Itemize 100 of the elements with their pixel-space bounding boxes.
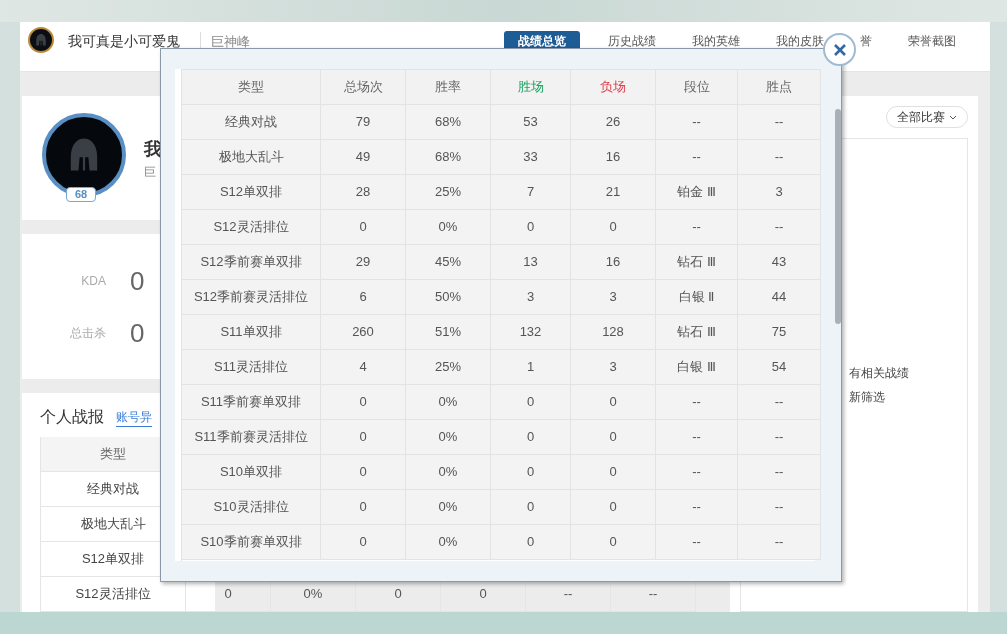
table-cell: 0 xyxy=(571,490,656,525)
table-cell: 白银 Ⅱ xyxy=(656,280,738,315)
table-cell: 7 xyxy=(491,175,571,210)
column-header: 胜场 xyxy=(491,70,571,105)
column-header: 胜率 xyxy=(406,70,491,105)
table-cell: 0% xyxy=(406,455,491,490)
helmet-icon xyxy=(33,32,49,48)
table-cell: 45% xyxy=(406,245,491,280)
table-cell: 3 xyxy=(571,350,656,385)
table-cell: S11季前赛单双排 xyxy=(182,385,321,420)
table-cell: 0 xyxy=(321,420,406,455)
scrollbar[interactable] xyxy=(835,109,841,324)
column-header: 负场 xyxy=(571,70,656,105)
table-cell: 49 xyxy=(321,140,406,175)
table-cell: 3 xyxy=(491,280,571,315)
table-cell: 132 xyxy=(491,315,571,350)
table-cell: 白银 Ⅲ xyxy=(656,350,738,385)
table-cell: 16 xyxy=(571,245,656,280)
table-cell: -- xyxy=(656,140,738,175)
table-cell: 0 xyxy=(321,490,406,525)
table-cell: -- xyxy=(738,455,821,490)
table-cell: 79 xyxy=(321,105,406,140)
table-cell: -- xyxy=(656,455,738,490)
stat-label: KDA xyxy=(80,272,106,290)
table-cell: 0 xyxy=(491,385,571,420)
nav-tab[interactable]: 荣誉截图 xyxy=(908,32,956,50)
table-cell: 铂金 Ⅲ xyxy=(656,175,738,210)
table-cell: 0 xyxy=(571,385,656,420)
table-cell: 0 xyxy=(491,210,571,245)
table-cell: 3 xyxy=(738,175,821,210)
table-cell: 0 xyxy=(491,455,571,490)
table-cell: S12灵活排位 xyxy=(182,210,321,245)
empty-message: 有相关战绩 xyxy=(849,365,910,382)
table-cell: S12季前赛灵活排位 xyxy=(182,280,321,315)
table-cell: 0 xyxy=(321,525,406,560)
report-title: 个人战报 xyxy=(40,407,104,427)
table-cell: -- xyxy=(738,140,821,175)
table-cell: 0% xyxy=(406,490,491,525)
table-cell: 经典对战 xyxy=(182,105,321,140)
table-cell: 29 xyxy=(321,245,406,280)
table-cell: 43 xyxy=(738,245,821,280)
table-cell: 53 xyxy=(491,105,571,140)
table-cell: 0 xyxy=(571,455,656,490)
nav-tab[interactable]: 历史战绩 xyxy=(608,32,656,50)
table-cell: 13 xyxy=(491,245,571,280)
table-cell: -- xyxy=(738,525,821,560)
table-cell: -- xyxy=(738,385,821,420)
table-cell: 0% xyxy=(406,385,491,420)
table-cell: 16 xyxy=(571,140,656,175)
account-link[interactable]: 账号异 xyxy=(116,407,152,427)
stat-value: 0 xyxy=(130,267,145,294)
table-cell: -- xyxy=(656,490,738,525)
profile-server: 巨 xyxy=(144,163,157,181)
close-icon xyxy=(832,42,847,57)
column-header: 段位 xyxy=(656,70,738,105)
stat-label: 总击杀 xyxy=(69,324,106,342)
table-cell: S12季前赛单双排 xyxy=(182,245,321,280)
table-cell: 钻石 Ⅲ xyxy=(656,245,738,280)
table-cell: 1 xyxy=(491,350,571,385)
table-cell: 54 xyxy=(738,350,821,385)
nav-tab[interactable]: 我的英雄 xyxy=(692,32,740,50)
table-cell: 0 xyxy=(321,455,406,490)
table-cell: -- xyxy=(738,210,821,245)
table-cell: 0 xyxy=(571,210,656,245)
table-cell: S10单双排 xyxy=(182,455,321,490)
table-cell: 0 xyxy=(321,210,406,245)
nav-tab[interactable]: 战绩总览 xyxy=(504,31,580,51)
table-cell: S11季前赛灵活排位 xyxy=(182,420,321,455)
table-cell: -- xyxy=(738,420,821,455)
table-cell: 21 xyxy=(571,175,656,210)
nav-tab[interactable]: 我的皮肤 xyxy=(776,32,824,50)
table-cell: -- xyxy=(656,210,738,245)
table-cell: -- xyxy=(738,490,821,525)
table-cell: 50% xyxy=(406,280,491,315)
column-header: 胜点 xyxy=(738,70,821,105)
table-cell: 3 xyxy=(571,280,656,315)
table-cell: -- xyxy=(656,525,738,560)
column-header: 类型 xyxy=(182,70,321,105)
table-cell: -- xyxy=(656,385,738,420)
stat-value: 0 xyxy=(130,319,145,346)
caret-icon xyxy=(949,113,957,121)
table-cell: 0 xyxy=(491,525,571,560)
table-cell: 0 xyxy=(491,490,571,525)
table-cell: 260 xyxy=(321,315,406,350)
table-cell: -- xyxy=(656,105,738,140)
empty-message: 新筛选 xyxy=(849,389,886,406)
table-cell: S11单双排 xyxy=(182,315,321,350)
table-cell: S11灵活排位 xyxy=(182,350,321,385)
table-cell: 0 xyxy=(491,420,571,455)
nav-tab[interactable]: 誉 xyxy=(860,32,872,50)
table-cell: 25% xyxy=(406,350,491,385)
table-cell: 68% xyxy=(406,140,491,175)
table-cell: 4 xyxy=(321,350,406,385)
table-cell: 0% xyxy=(406,210,491,245)
table-cell: 6 xyxy=(321,280,406,315)
table-cell: -- xyxy=(738,105,821,140)
table-cell: S12单双排 xyxy=(182,175,321,210)
player-name: 我可真是小可爱鬼 xyxy=(68,32,180,51)
table-cell: 75 xyxy=(738,315,821,350)
table-cell: -- xyxy=(656,420,738,455)
